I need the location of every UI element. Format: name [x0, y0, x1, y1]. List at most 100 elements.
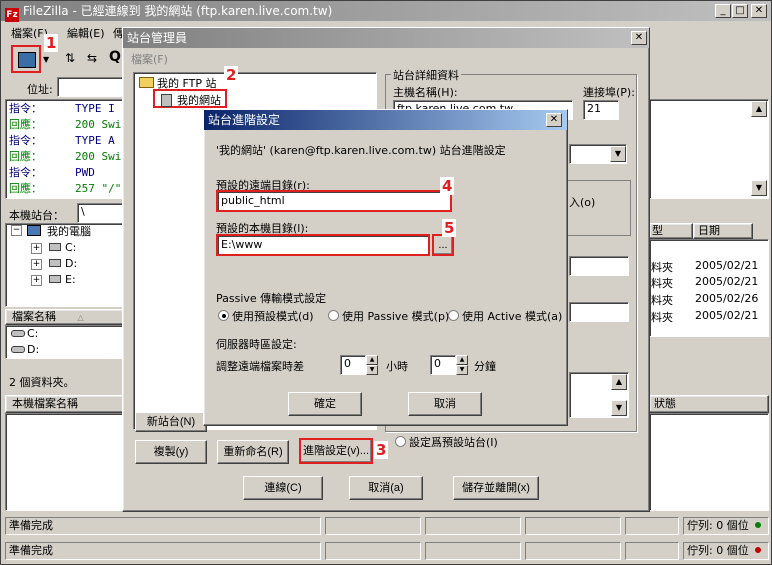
ok-button[interactable]: 確定: [288, 392, 362, 416]
rename-button[interactable]: 重新命名(R): [217, 440, 289, 464]
chevron-down-icon[interactable]: ▼: [610, 146, 626, 162]
hours-input[interactable]: 0: [340, 355, 366, 375]
drive-d[interactable]: D:: [65, 257, 77, 270]
green-light-icon: [755, 522, 761, 528]
log-text: 257 "/": [75, 182, 122, 195]
minimize-button[interactable]: _: [715, 4, 731, 18]
address-label: 位址:: [27, 83, 53, 96]
file-row[interactable]: C:: [27, 327, 38, 340]
log-text: 200 Swi: [75, 150, 122, 163]
scroll-down-button[interactable]: ▼: [751, 180, 767, 196]
tree-site-item[interactable]: 我的網站: [153, 89, 227, 108]
copy-button[interactable]: 複製(y): [135, 440, 207, 464]
status-text: 準備完成: [5, 542, 321, 560]
tree-view-icon[interactable]: ⇆: [87, 51, 97, 65]
port-input[interactable]: 21: [583, 100, 619, 120]
passive-option-passive[interactable]: 使用 Passive 模式(p): [328, 308, 449, 324]
cancel-button[interactable]: 取消(a): [349, 476, 423, 500]
new-site-button[interactable]: 新站台(N): [135, 412, 207, 432]
details-group-label: 站台詳細資料: [391, 67, 461, 83]
tree-root-label[interactable]: 我的電腦: [47, 223, 91, 239]
address-input[interactable]: [57, 77, 127, 97]
queue-header[interactable]: 本機檔案名稱: [5, 395, 127, 413]
site-manager-icon: [18, 52, 36, 68]
scroll-up-button[interactable]: ▲: [751, 101, 767, 117]
remote-row-date: 2005/02/21: [695, 275, 759, 288]
remote-row-type: 料夾: [651, 311, 673, 324]
menu-file[interactable]: 檔案(F): [11, 25, 48, 41]
advanced-titlebar: 站台進階設定: [204, 110, 567, 130]
log-label: 指令：: [9, 166, 42, 179]
user-input[interactable]: [569, 256, 629, 276]
radio-icon: [448, 310, 459, 321]
log-text: TYPE A: [75, 134, 115, 147]
tree-expand-icon[interactable]: +: [31, 243, 42, 254]
main-titlebar: Fz FileZilla - 已經連線到 我的網站 (ftp.karen.live…: [1, 1, 771, 22]
remote-col-type[interactable]: 型: [649, 223, 693, 239]
passive-label: Passive 傳輸模式設定: [216, 292, 327, 305]
local-site-input[interactable]: \: [77, 203, 127, 223]
log-label: 指令：: [9, 134, 42, 147]
folder-count: 2 個資料夾。: [9, 376, 75, 389]
remote-dir-input[interactable]: public_html: [216, 190, 452, 212]
default-site-option[interactable]: 設定爲預設站台(I): [395, 434, 498, 450]
log-line: 指令： TYPE I: [9, 101, 123, 117]
queue-list: [5, 413, 127, 511]
site-manager-titlebar: 站台管理員: [123, 28, 649, 48]
folder-open-icon: [139, 77, 154, 88]
local-dir-input[interactable]: E:\www: [216, 234, 430, 256]
hours-spinner-down[interactable]: ▼: [366, 365, 378, 375]
remote-row-type: 料夾: [651, 277, 673, 290]
sort-up-icon: △: [77, 313, 84, 322]
tree-expand-icon[interactable]: +: [31, 275, 42, 286]
process-queue-icon[interactable]: ⇅: [65, 51, 75, 65]
maximize-button[interactable]: □: [732, 4, 748, 18]
status-text: 準備完成: [5, 517, 321, 535]
browse-button[interactable]: ...: [432, 234, 454, 256]
hours-spinner-up[interactable]: ▲: [366, 355, 378, 365]
drive-icon: [11, 330, 25, 337]
save-close-button[interactable]: 儲存並離開(x): [453, 476, 539, 500]
anon-option-fragment[interactable]: 入(o): [569, 194, 595, 210]
close-icon[interactable]: ✕: [546, 113, 562, 127]
log-line: 指令： PWD: [9, 165, 123, 181]
tree-expand-icon[interactable]: +: [31, 259, 42, 270]
site-manager-button[interactable]: [11, 45, 41, 73]
drive-icon: [49, 243, 61, 251]
sites-label: 檔案(F): [131, 53, 168, 66]
menu-edit[interactable]: 編輯(E): [67, 25, 105, 41]
refresh-icon[interactable]: Q: [109, 49, 121, 65]
queue-list-right: [649, 413, 769, 511]
status-cell: [525, 517, 621, 535]
status-cell: [425, 542, 521, 560]
scroll-up-button[interactable]: ▲: [611, 374, 627, 390]
log-label: 回應：: [9, 150, 42, 163]
cancel-advanced-button[interactable]: 取消: [408, 392, 482, 416]
advanced-settings-button[interactable]: 進階設定(v)...: [299, 438, 373, 464]
close-icon[interactable]: ✕: [631, 31, 647, 45]
file-row[interactable]: D:: [27, 343, 39, 355]
scroll-down-button[interactable]: ▼: [611, 400, 627, 416]
drive-icon: [49, 259, 61, 267]
file-list-header[interactable]: 檔案名稱 △: [5, 309, 127, 325]
state-header[interactable]: 狀態: [649, 395, 769, 413]
log-label: 指令：: [9, 102, 42, 115]
red-light-icon: [755, 547, 761, 553]
passive-option-default[interactable]: 使用預設模式(d): [218, 308, 314, 324]
remote-row-date: 2005/02/26: [695, 292, 759, 305]
status-cell: [625, 517, 679, 535]
status-cell: [625, 542, 679, 560]
close-window-button[interactable]: ✕: [751, 4, 767, 18]
dropdown-arrow-icon[interactable]: ▼: [43, 55, 49, 64]
tree-collapse-icon[interactable]: −: [11, 225, 22, 236]
passive-option-active[interactable]: 使用 Active 模式(a): [448, 308, 562, 324]
minutes-spinner-up[interactable]: ▲: [456, 355, 468, 365]
callout-5: 5: [442, 219, 457, 237]
drive-c[interactable]: C:: [65, 241, 76, 254]
remote-col-date[interactable]: 日期: [693, 223, 753, 239]
connect-button[interactable]: 連線(C): [243, 476, 323, 500]
minutes-spinner-down[interactable]: ▼: [456, 365, 468, 375]
minutes-input[interactable]: 0: [430, 355, 456, 375]
password-input[interactable]: [569, 302, 629, 322]
drive-e[interactable]: E:: [65, 273, 76, 286]
